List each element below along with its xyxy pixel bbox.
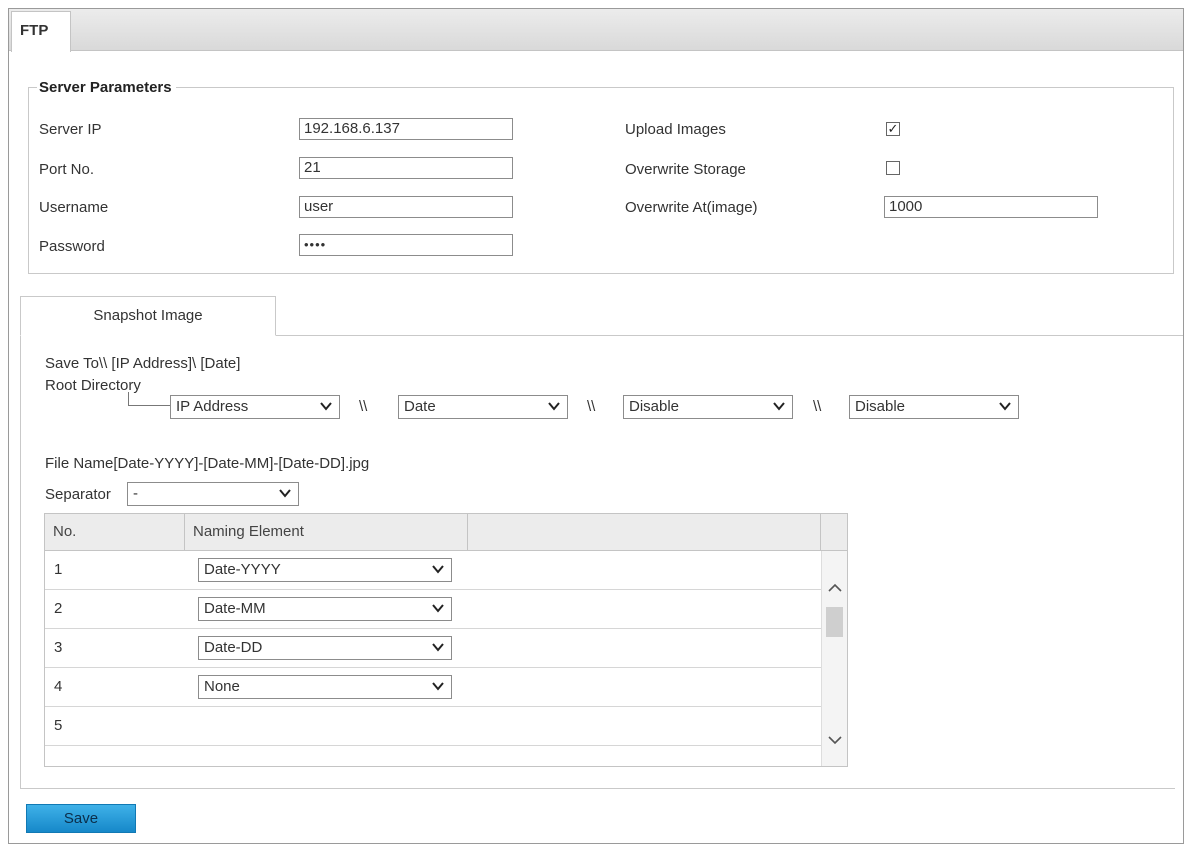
chevron-down-icon	[432, 682, 444, 691]
server-ip-input[interactable]: 192.168.6.137	[299, 118, 513, 140]
chevron-down-icon	[432, 643, 444, 652]
naming-element-value: Date-DD	[204, 639, 263, 656]
chevron-down-icon	[999, 402, 1011, 411]
dir-level-3-select[interactable]: Disable	[623, 395, 793, 419]
separator-label: Separator	[45, 486, 111, 503]
naming-element-select[interactable]: None	[198, 675, 452, 699]
table-scrollbar[interactable]	[821, 551, 847, 766]
path-separator-3: \\	[813, 398, 822, 415]
naming-element-value: Date-YYYY	[204, 561, 281, 578]
server-ip-label: Server IP	[39, 121, 102, 138]
dir-level-3-value: Disable	[629, 398, 680, 415]
dir-level-4-select[interactable]: Disable	[849, 395, 1019, 419]
naming-element-value: None	[204, 678, 240, 695]
overwrite-storage-label: Overwrite Storage	[625, 161, 746, 178]
dir-level-4-value: Disable	[855, 398, 906, 415]
row-number: 3	[54, 639, 63, 656]
overwrite-storage-checkbox[interactable]	[886, 161, 900, 175]
naming-element-table: No. Naming Element 1 Date-YYYY 2 Date-MM…	[44, 513, 848, 767]
password-input[interactable]: ••••	[299, 234, 513, 256]
password-label: Password	[39, 238, 105, 255]
file-name-text: File Name[Date-YYYY]-[Date-MM]-[Date-DD]…	[45, 455, 370, 472]
tab-ftp[interactable]: FTP	[11, 11, 71, 52]
save-to-path-text: Save To\\ [IP Address]\ [Date]	[45, 355, 241, 372]
separator-select[interactable]: -	[127, 482, 299, 506]
upload-images-checkbox[interactable]: ✓	[886, 122, 900, 136]
table-row: 3 Date-DD	[45, 629, 821, 668]
table-row: 2 Date-MM	[45, 590, 821, 629]
row-number: 2	[54, 600, 63, 617]
port-input[interactable]: 21	[299, 157, 513, 179]
table-row: 5	[45, 707, 821, 746]
chevron-down-icon	[279, 489, 291, 498]
upload-images-label: Upload Images	[625, 121, 726, 138]
path-separator-2: \\	[587, 398, 596, 415]
naming-element-value: Date-MM	[204, 600, 266, 617]
table-row: 1 Date-YYYY	[45, 551, 821, 590]
tab-snapshot-image[interactable]: Snapshot Image	[20, 296, 276, 336]
dir-level-2-select[interactable]: Date	[398, 395, 568, 419]
top-tab-bar: FTP	[9, 9, 1183, 52]
scrollbar-thumb[interactable]	[826, 607, 843, 637]
root-directory-label: Root Directory	[45, 377, 141, 394]
username-label: Username	[39, 199, 109, 216]
chevron-down-icon	[548, 402, 560, 411]
separator-value: -	[133, 485, 138, 502]
save-button[interactable]: Save	[26, 804, 136, 833]
column-header-no: No.	[45, 514, 185, 551]
column-header-empty	[468, 514, 821, 551]
column-header-naming-element: Naming Element	[185, 514, 468, 551]
dir-level-2-value: Date	[404, 398, 436, 415]
chevron-down-icon	[320, 402, 332, 411]
row-number: 1	[54, 561, 63, 578]
server-parameters-group	[28, 87, 1174, 274]
root-directory-connector	[128, 392, 170, 406]
chevron-down-icon	[773, 402, 785, 411]
username-input[interactable]: user	[299, 196, 513, 218]
naming-element-select[interactable]: Date-YYYY	[198, 558, 452, 582]
path-separator-1: \\	[359, 398, 368, 415]
chevron-down-icon[interactable]	[827, 733, 843, 747]
chevron-down-icon	[432, 565, 444, 574]
naming-element-select[interactable]: Date-MM	[198, 597, 452, 621]
ftp-settings-panel: FTP Server Parameters Server IP 192.168.…	[8, 8, 1184, 844]
port-label: Port No.	[39, 161, 95, 178]
row-number: 5	[54, 717, 63, 734]
dir-level-1-select[interactable]: IP Address	[170, 395, 340, 419]
row-number: 4	[54, 678, 63, 695]
dir-level-1-value: IP Address	[176, 398, 249, 415]
naming-element-select[interactable]: Date-DD	[198, 636, 452, 660]
chevron-down-icon	[432, 604, 444, 613]
chevron-up-icon[interactable]	[827, 581, 843, 595]
overwrite-at-input[interactable]: 1000	[884, 196, 1098, 218]
overwrite-at-label: Overwrite At(image)	[625, 199, 758, 216]
table-row: 4 None	[45, 668, 821, 707]
server-parameters-title: Server Parameters	[37, 79, 176, 96]
table-header: No. Naming Element	[45, 514, 847, 551]
